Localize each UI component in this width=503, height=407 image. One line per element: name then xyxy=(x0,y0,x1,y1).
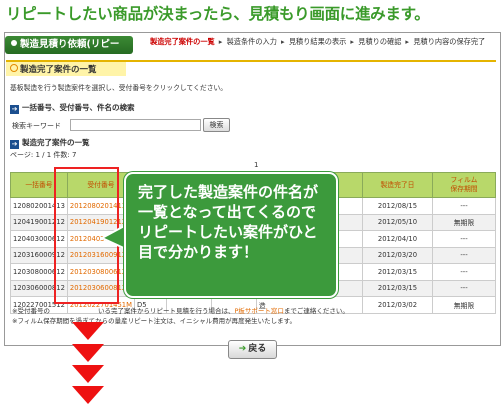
callout-bubble: 完了した製造案件の件名が一覧となって出てくるのでリピートしたい案件がひと目で分か… xyxy=(124,172,338,298)
note-text: いる完了案件からリピート見積を行う場合は、 xyxy=(97,307,235,315)
down-arrow-icon xyxy=(72,386,104,404)
completed-cell: 2012/03/15 xyxy=(362,263,433,281)
completed-cell: 2012/08/15 xyxy=(362,197,433,215)
step-5: 見積り内容の保存完了 xyxy=(413,37,486,46)
step-arrow-icon: ▸ xyxy=(218,37,223,46)
film-cell: --- xyxy=(432,197,496,215)
col-film: フィルム 保存期間 xyxy=(432,172,496,198)
back-button[interactable]: ➔ 戻る xyxy=(228,340,277,359)
back-label: 戻る xyxy=(248,344,267,354)
notes: ※受付番号の いる完了案件からリピート見積を行う場合は、P板サポート窓口までご連絡… xyxy=(12,306,349,326)
back-arrow-icon: ➔ xyxy=(238,344,247,354)
film-cell: 無期限 xyxy=(432,213,496,231)
keyword-input[interactable] xyxy=(70,119,201,131)
page-number-link[interactable]: 1 xyxy=(254,161,258,169)
step-2: 製造条件の入力 xyxy=(226,37,277,46)
page-info: ページ: 1 / 1 件数: 7 xyxy=(10,151,77,159)
step-1: 製造完了案件の一覧 xyxy=(150,37,215,46)
quote-title-bar: 製造見積り依頼(リピート) xyxy=(5,36,133,68)
down-arrow-icon xyxy=(72,322,104,340)
col-completed: 製造完了日 xyxy=(362,172,433,198)
circle-icon xyxy=(10,64,18,72)
instruction-text: 基板製造を行う製造案件を選択し、受付番号をクリックしてください。 xyxy=(10,84,228,92)
step-breadcrumb: 製造完了案件の一覧 ▸ 製造条件の入力 ▸ 見積り結果の表示 ▸ 見積りの確認 ▸ 見積… xyxy=(150,36,500,48)
note-text: ※受付番号の xyxy=(12,307,50,315)
down-arrow-icon xyxy=(72,344,104,362)
note-line-2: ※フィルム保存期間を過ぎてからの量産リピート注文は、イニシャル費用が再度発生いた… xyxy=(12,317,297,325)
section-divider xyxy=(126,60,496,62)
search-button[interactable]: 検索 xyxy=(203,118,230,132)
film-cell: --- xyxy=(432,246,496,264)
bullet-icon xyxy=(11,40,17,46)
step-4: 見積りの確認 xyxy=(358,37,402,46)
list-heading: ➔ 製造完了案件の一覧 xyxy=(10,137,90,149)
arrow-right-icon: ➔ xyxy=(10,140,19,149)
step-arrow-icon: ▸ xyxy=(280,37,285,46)
step-3: 見積り結果の表示 xyxy=(288,37,347,46)
down-arrow-icon xyxy=(72,365,104,383)
list-heading-label: 製造完了案件の一覧 xyxy=(22,138,90,147)
search-heading: ➔ 一括番号、受付番号、件名の検索 xyxy=(10,102,135,114)
completed-cell: 2012/05/10 xyxy=(362,213,433,231)
keyword-label: 検索キーワード xyxy=(12,122,61,130)
film-cell: --- xyxy=(432,263,496,281)
arrow-right-icon: ➔ xyxy=(10,105,19,114)
search-heading-label: 一括番号、受付番号、件名の検索 xyxy=(22,103,135,112)
section-heading: 製造完了案件の一覧 xyxy=(6,60,126,76)
support-link[interactable]: P板サポート窓口 xyxy=(234,307,283,315)
film-cell: --- xyxy=(432,279,496,297)
film-cell: --- xyxy=(432,230,496,248)
completed-cell: 2012/03/02 xyxy=(362,296,433,314)
note-line-1: ※受付番号の いる完了案件からリピート見積を行う場合は、P板サポート窓口までご連絡… xyxy=(12,306,349,316)
completed-cell: 2012/04/10 xyxy=(362,230,433,248)
film-cell: 無期限 xyxy=(432,296,496,314)
note-text: までご連絡ください。 xyxy=(283,307,349,315)
completed-cell: 2012/03/20 xyxy=(362,246,433,264)
section-title: 製造完了案件の一覧 xyxy=(20,65,97,75)
page-headline: リピートしたい商品が決まったら、見積もり画面に進みます。 xyxy=(6,5,430,23)
step-arrow-icon: ▸ xyxy=(350,37,354,46)
completed-cell: 2012/03/15 xyxy=(362,279,433,297)
step-arrow-icon: ▸ xyxy=(405,37,410,46)
